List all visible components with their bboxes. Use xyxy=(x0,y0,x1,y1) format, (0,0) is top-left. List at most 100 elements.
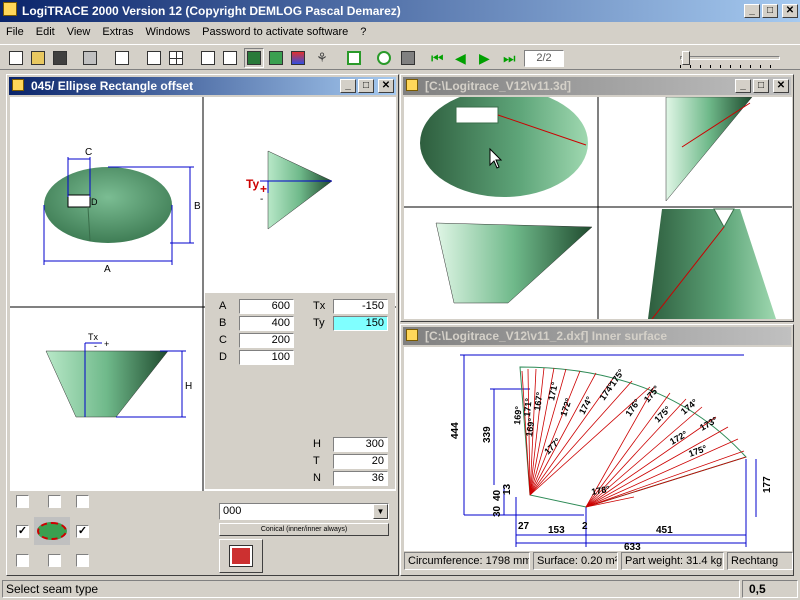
save-icon xyxy=(53,51,67,65)
param-h-input[interactable]: 300 xyxy=(333,437,388,452)
solid-button[interactable] xyxy=(244,48,264,68)
layout-quad-button[interactable] xyxy=(166,48,186,68)
print-button[interactable] xyxy=(80,48,100,68)
window-icon xyxy=(406,329,418,341)
last-button[interactable]: ⏭ xyxy=(500,48,520,68)
fit-button[interactable] xyxy=(344,48,364,68)
maximize-button[interactable]: □ xyxy=(358,79,374,93)
last-icon: ⏭ xyxy=(503,50,516,66)
dim-2-label: 2 xyxy=(582,521,588,532)
right-top-title: [C:\Logitrace_V12\v11.3d] xyxy=(425,79,572,93)
layout-single-button[interactable] xyxy=(144,48,164,68)
seam-checkbox-top-right[interactable] xyxy=(76,495,89,508)
solid-icon xyxy=(247,51,261,65)
seam-checkbox-middle-left[interactable]: ✓ xyxy=(16,525,29,538)
param-t-input[interactable]: 20 xyxy=(333,454,388,469)
3d-ellipse-shape xyxy=(420,89,588,197)
minimize-button[interactable]: _ xyxy=(735,79,751,93)
menu-help[interactable]: ? xyxy=(354,26,372,38)
outline-button[interactable] xyxy=(220,48,240,68)
dim-b-label: B xyxy=(194,201,201,212)
3d-rect-opening xyxy=(455,106,499,124)
param-d-input[interactable]: 100 xyxy=(239,350,294,365)
info-button[interactable] xyxy=(398,48,418,68)
copy-button[interactable] xyxy=(112,48,132,68)
app-icon[interactable] xyxy=(3,2,17,16)
3d-view-svg xyxy=(404,89,792,320)
angle-label: 174° xyxy=(577,394,595,415)
dropdown-arrow-icon[interactable]: ▼ xyxy=(373,504,388,519)
fit-icon xyxy=(347,51,361,65)
seam-checkbox-top-center[interactable] xyxy=(48,495,61,508)
slider-thumb[interactable] xyxy=(682,51,690,65)
menu-windows[interactable]: Windows xyxy=(140,26,197,38)
dim-ty-label: Ty xyxy=(246,177,259,191)
menu-password[interactable]: Password to activate software xyxy=(196,26,354,38)
seam-checkbox-top-left[interactable] xyxy=(16,495,29,508)
seam-checkbox-bottom-left[interactable] xyxy=(16,554,29,567)
tree-button[interactable]: ⚘ xyxy=(312,48,332,68)
shaded-green-button[interactable] xyxy=(266,48,286,68)
menu-extras[interactable]: Extras xyxy=(96,26,139,38)
menu-view[interactable]: View xyxy=(61,26,97,38)
offset-tx-input[interactable]: -150 xyxy=(333,299,388,314)
wireframe-button[interactable] xyxy=(198,48,218,68)
dim-633-label: 633 xyxy=(624,542,641,551)
seam-type-button-label: Conical (inner/inner always) xyxy=(260,526,348,533)
prev-button[interactable]: ◀ xyxy=(452,48,472,68)
shaded-color-button[interactable] xyxy=(288,48,308,68)
seam-checkbox-middle-right[interactable]: ✓ xyxy=(76,525,89,538)
open-icon xyxy=(31,51,45,65)
copy-icon xyxy=(115,51,129,65)
dim-451-label: 451 xyxy=(656,525,673,536)
menu-edit[interactable]: Edit xyxy=(30,26,61,38)
flat-pattern-canvas[interactable]: 169° 171° 167° 169° 171° 172° 174° 177° … xyxy=(404,347,792,553)
open-button[interactable] xyxy=(28,48,48,68)
status-value: 0,5 xyxy=(742,580,798,598)
param-n-input[interactable]: 36 xyxy=(333,471,388,486)
next-button[interactable]: ▶ xyxy=(476,48,496,68)
window-icon xyxy=(12,79,24,91)
seam-type-select[interactable]: 000 ▼ xyxy=(219,503,389,520)
slider-track xyxy=(680,56,780,60)
window-icon xyxy=(406,79,418,91)
maximize-button[interactable]: □ xyxy=(762,4,778,18)
new-button[interactable] xyxy=(6,48,26,68)
minimize-button[interactable]: _ xyxy=(340,79,356,93)
maximize-button[interactable]: □ xyxy=(753,79,769,93)
close-button[interactable]: ✕ xyxy=(773,79,789,93)
right-top-titlebar[interactable]: [C:\Logitrace_V12\v11.3d] _ □ ✕ xyxy=(403,77,791,95)
close-button[interactable]: ✕ xyxy=(782,4,798,18)
param-c-input[interactable]: 200 xyxy=(239,333,294,348)
flat-pattern-svg: 169° 171° 167° 169° 171° 172° 174° 177° … xyxy=(450,354,773,553)
seam-type-button[interactable]: Conical (inner/inner always) xyxy=(219,523,389,536)
left-window: 045/ Ellipse Rectangle offset _ □ ✕ C D … xyxy=(6,74,399,576)
part-weight-info: Part weight: 31.4 kg xyxy=(621,552,724,570)
param-h-label: H xyxy=(313,438,321,450)
param-a-input[interactable]: 600 xyxy=(239,299,294,314)
apply-seam-button[interactable] xyxy=(219,539,263,573)
angle-label: 172° xyxy=(558,396,573,417)
app-titlebar[interactable]: LogiTRACE 2000 Version 12 (Copyright DEM… xyxy=(0,0,800,22)
left-window-titlebar[interactable]: 045/ Ellipse Rectangle offset _ □ ✕ xyxy=(9,77,396,95)
seam-checkbox-bottom-right[interactable] xyxy=(76,554,89,567)
right-bottom-titlebar[interactable]: [C:\Logitrace_V12\v11_2.dxf] Inner surfa… xyxy=(403,327,791,345)
first-icon: ⏮ xyxy=(431,50,444,66)
3d-view-canvas[interactable] xyxy=(404,89,792,320)
minimize-button[interactable]: _ xyxy=(744,4,760,18)
menu-file[interactable]: File xyxy=(0,26,30,38)
layout-quad-icon xyxy=(169,51,183,65)
zoom-slider[interactable] xyxy=(680,51,784,68)
prev-icon: ◀ xyxy=(455,50,466,66)
curve-button[interactable] xyxy=(374,48,394,68)
close-button[interactable]: ✕ xyxy=(378,79,394,93)
flat-dim-labels: 444 339 40 13 30 177 27 153 2 451 633 xyxy=(450,422,773,553)
first-button[interactable]: ⏮ xyxy=(428,48,448,68)
seam-checkbox-bottom-center[interactable] xyxy=(48,554,61,567)
dim-153-label: 153 xyxy=(548,525,565,536)
top-view: C D A B xyxy=(43,147,201,275)
slider-ticks xyxy=(680,65,780,68)
param-b-input[interactable]: 400 xyxy=(239,316,294,331)
save-button[interactable] xyxy=(50,48,70,68)
offset-ty-input[interactable]: 150 xyxy=(333,316,388,331)
